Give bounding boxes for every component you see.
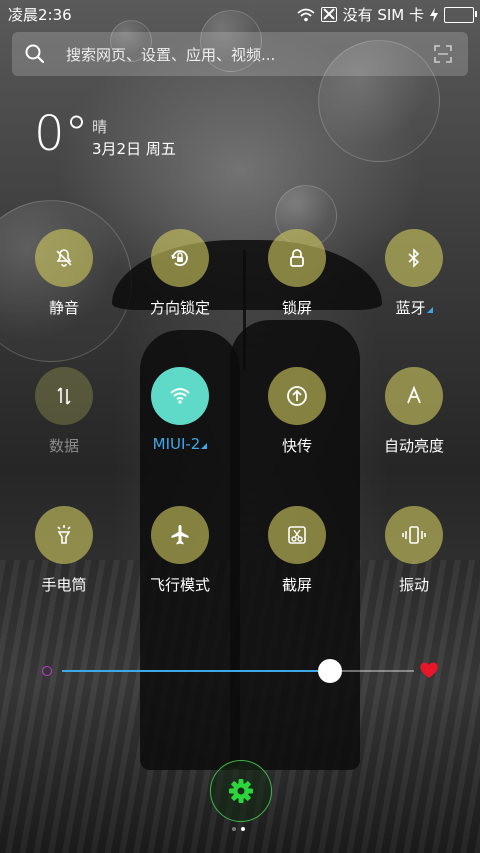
page-dot-active [241, 827, 245, 831]
wifi-icon [170, 388, 190, 404]
brightness-low-icon [42, 666, 52, 676]
heart-icon [420, 662, 438, 678]
toggle-label-text: 快传 [281, 437, 312, 455]
mobile-data-icon [57, 387, 71, 405]
toggle-label: 锁屏 [247, 297, 347, 318]
toggle-button[interactable] [385, 506, 443, 564]
toggle-label-text: 振动 [398, 576, 429, 594]
toggle-button[interactable] [151, 506, 209, 564]
toggle-label-text: 自动亮度 [383, 437, 444, 455]
page-dot [232, 827, 236, 831]
toggle-label-text: 锁屏 [281, 299, 312, 317]
toggle-button[interactable] [151, 229, 209, 287]
brightness-thumb[interactable] [318, 659, 342, 683]
toggle-bluetooth[interactable]: 蓝牙 [364, 229, 464, 318]
search-bar[interactable]: 搜索网页、设置、应用、视频... [12, 32, 468, 76]
toggle-vibrate[interactable]: 振动 [364, 506, 464, 595]
toggle-label: 手电筒 [14, 574, 114, 595]
search-placeholder: 搜索网页、设置、应用、视频... [66, 46, 276, 64]
toggle-label: 截屏 [247, 574, 347, 595]
bluetooth-icon [408, 248, 420, 268]
status-bar: 凌晨2:36 没有 SIM 卡 [0, 0, 480, 28]
screenshot-icon [288, 526, 306, 544]
toggle-button[interactable] [35, 367, 93, 425]
status-time: 凌晨2:36 [8, 6, 72, 24]
toggle-label: 自动亮度 [364, 435, 464, 456]
vibrate-icon [402, 526, 426, 544]
toggle-button[interactable] [151, 367, 209, 425]
toggle-label-text: MIUI-2 [152, 435, 201, 453]
carrier-text: 没有 SIM 卡 [342, 6, 424, 24]
toggle-label: 蓝牙 [364, 297, 464, 318]
toggle-button[interactable] [268, 229, 326, 287]
toggle-label: 振动 [364, 574, 464, 595]
scan-icon[interactable] [434, 45, 452, 63]
toggle-quick-transfer[interactable]: 快传 [247, 367, 347, 456]
toggle-label-text: 方向锁定 [149, 299, 210, 317]
battery-icon [444, 6, 477, 23]
toggle-bell-off[interactable]: 静音 [14, 229, 114, 318]
toggle-label: 静音 [14, 297, 114, 318]
toggle-flashlight[interactable]: 手电筒 [14, 506, 114, 595]
toggle-mobile-data[interactable]: 数据 [14, 367, 114, 456]
page-indicator [232, 827, 245, 831]
toggle-screenshot[interactable]: 截屏 [247, 506, 347, 595]
toggle-label-text: 飞行模式 [149, 576, 210, 594]
toggle-rotation-lock[interactable]: 方向锁定 [130, 229, 230, 318]
toggle-label: MIUI-2 [130, 435, 230, 453]
toggle-label-text: 截屏 [281, 576, 312, 594]
toggle-wifi[interactable]: MIUI-2 [130, 367, 230, 453]
bell-off-icon [56, 249, 72, 267]
toggle-label: 快传 [247, 435, 347, 456]
flashlight-icon [57, 525, 71, 544]
toggle-button[interactable] [35, 506, 93, 564]
expand-indicator-icon [201, 443, 208, 449]
expand-indicator-icon [426, 307, 433, 313]
toggle-label: 数据 [14, 435, 114, 456]
settings-button[interactable] [210, 760, 272, 822]
quick-transfer-icon [287, 386, 307, 406]
toggle-button[interactable] [268, 506, 326, 564]
brightness-track-fill[interactable] [62, 670, 330, 672]
toggle-button[interactable] [385, 229, 443, 287]
charging-icon [430, 7, 438, 22]
toggle-button[interactable] [35, 229, 93, 287]
toggle-button[interactable] [268, 367, 326, 425]
temperature: 0° [34, 106, 89, 162]
wifi-status-icon [296, 8, 315, 21]
brightness-track[interactable] [330, 670, 414, 672]
date: 3月2日 周五 [92, 140, 176, 158]
toggle-button[interactable] [385, 367, 443, 425]
toggle-label-text: 静音 [48, 299, 79, 317]
toggle-label: 方向锁定 [130, 297, 230, 318]
toggle-label-text: 数据 [48, 437, 79, 455]
toggle-label-text: 手电筒 [41, 576, 87, 594]
toggle-label-text: 蓝牙 [395, 299, 426, 317]
toggle-lock[interactable]: 锁屏 [247, 229, 347, 318]
airplane-icon [171, 525, 189, 545]
lock-icon [290, 249, 304, 267]
toggle-airplane[interactable]: 飞行模式 [130, 506, 230, 595]
no-sim-icon [320, 7, 337, 22]
toggle-label: 飞行模式 [130, 574, 230, 595]
weather-condition: 晴 [92, 118, 108, 136]
toggle-auto-brightness[interactable]: 自动亮度 [364, 367, 464, 456]
search-icon [25, 44, 45, 64]
auto-brightness-icon [407, 385, 421, 404]
gear-icon [229, 779, 253, 803]
rotation-lock-icon [171, 250, 188, 266]
